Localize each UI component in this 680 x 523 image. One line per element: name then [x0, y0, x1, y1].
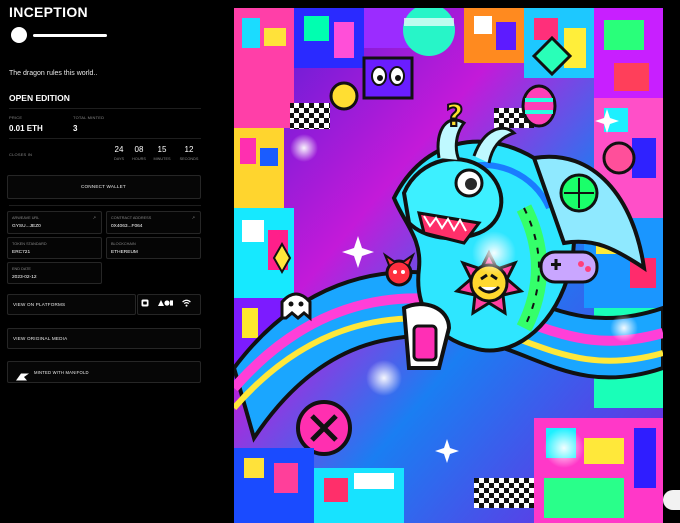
end-date-field: END DATE 2023-02-12 [7, 262, 102, 284]
minted-with-manifold-label: MINTED WITH MANIFOLD [34, 370, 89, 375]
view-on-platforms-button[interactable]: VIEW ON PLATFORMS [7, 294, 136, 315]
avatar[interactable] [11, 27, 27, 43]
end-date-label: END DATE [12, 267, 31, 271]
token-standard-label: TOKEN STANDARD [12, 242, 47, 246]
connect-wallet-label: CONNECT WALLET [81, 184, 126, 189]
zoom-toggle-button[interactable] [663, 490, 680, 510]
arweave-label: ARWEAVE URL [12, 216, 40, 220]
divider [9, 108, 201, 109]
countdown-seconds-label: SECONDS [179, 157, 199, 161]
countdown-minutes-label: MINUTES [153, 157, 171, 161]
page-title: INCEPTION [9, 4, 88, 20]
closes-in-label: CLOSES IN [9, 152, 33, 157]
arweave-value: GYSU...JEZ0 [12, 224, 41, 229]
divider [9, 138, 201, 139]
contract-label: CONTRACT ADDRESS [111, 216, 152, 220]
manifold-logo-icon [16, 368, 29, 386]
wifi-icon[interactable] [182, 299, 191, 307]
token-standard-value: ERC721 [12, 250, 31, 255]
svg-text:?: ? [446, 99, 463, 134]
contract-value: 0X4063...F064 [111, 224, 143, 229]
creator-row[interactable] [11, 27, 107, 43]
divider [9, 205, 201, 206]
countdown-hours: 08 [134, 145, 144, 154]
view-original-media-button[interactable]: VIEW ORIGINAL MEDIA [7, 328, 201, 349]
external-link-icon: ↗ [92, 215, 96, 220]
arweave-url-field[interactable]: ARWEAVE URL ↗ GYSU...JEZ0 [7, 211, 102, 234]
minted-with-manifold-link[interactable]: MINTED WITH MANIFOLD [7, 361, 201, 383]
price-value: 0.01 ETH [9, 124, 43, 133]
description: The dragon rules this world.. [9, 70, 98, 77]
artwork-image[interactable]: ? [234, 8, 663, 523]
view-original-media-label: VIEW ORIGINAL MEDIA [13, 336, 68, 341]
total-minted-label: TOTAL MINTED [73, 115, 105, 120]
countdown-seconds: 12 [184, 145, 194, 154]
square-platform-icon[interactable] [141, 299, 149, 307]
countdown-minutes: 15 [157, 145, 167, 154]
blockchain-value: ETHEREUM [111, 250, 138, 255]
contract-address-field[interactable]: CONTRACT ADDRESS ↗ 0X4063...F064 [106, 211, 201, 234]
artwork-illustration: ? [234, 8, 663, 523]
creator-name-redacted[interactable] [33, 33, 107, 37]
price-label: PRICE [9, 115, 23, 120]
platform-icons [141, 297, 200, 309]
dots-platform-icon[interactable] [158, 299, 173, 307]
total-minted-value: 3 [73, 124, 78, 133]
countdown-days: 24 [114, 145, 124, 154]
view-on-platforms-label: VIEW ON PLATFORMS [13, 302, 66, 307]
connect-wallet-button[interactable]: CONNECT WALLET [7, 175, 201, 199]
blockchain-label: BLOCKCHAIN [111, 242, 136, 246]
token-standard-field: TOKEN STANDARD ERC721 [7, 237, 102, 259]
sidebar-panel: INCEPTION The dragon rules this world.. … [0, 0, 210, 523]
edition-type: OPEN EDITION [9, 93, 70, 103]
end-date-value: 2023-02-12 [12, 275, 37, 280]
external-link-icon: ↗ [191, 215, 195, 220]
blockchain-field: BLOCKCHAIN ETHEREUM [106, 237, 201, 259]
